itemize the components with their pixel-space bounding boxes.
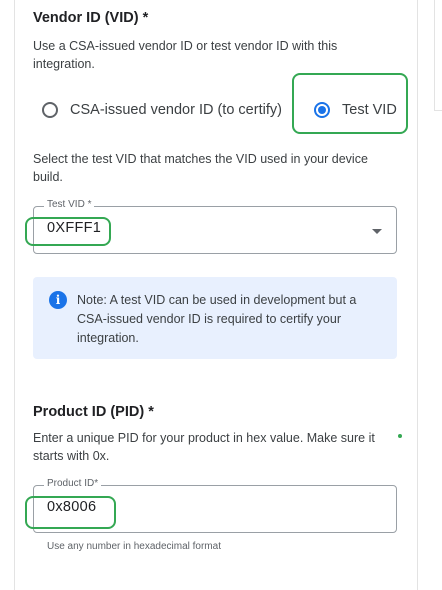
product-id-description: Enter a unique PID for your product in h… [33, 431, 375, 463]
info-note-text: Note: A test VID can be used in developm… [77, 293, 357, 345]
product-id-label: Product ID* [44, 478, 102, 489]
radio-csa-issued-vid[interactable]: CSA-issued vendor ID (to certify) [42, 102, 282, 118]
test-vid-instruction: Select the test VID that matches the VID… [33, 152, 368, 184]
adjacent-panel-edge [434, 0, 442, 111]
radio-csa-issued-vid-label: CSA-issued vendor ID (to certify) [70, 102, 282, 118]
product-id-value: 0x8006 [47, 499, 97, 515]
info-note: i Note: A test VID can be used in develo… [33, 277, 397, 359]
radio-selected-icon [314, 102, 330, 118]
radio-unselected-icon [42, 102, 58, 118]
info-icon: i [49, 291, 67, 309]
test-vid-label: Test VID * [44, 199, 95, 210]
test-vid-select[interactable]: Test VID * 0XFFF1 [33, 199, 397, 254]
radio-test-vid[interactable]: Test VID [314, 102, 397, 118]
test-vid-value: 0XFFF1 [47, 220, 102, 236]
vendor-id-description: Use a CSA-issued vendor ID or test vendo… [33, 39, 338, 71]
product-id-hint: Use any number in hexadecimal format [47, 541, 221, 552]
chevron-down-icon[interactable] [372, 229, 382, 234]
annotation-dot [398, 434, 402, 438]
product-id-heading: Product ID (PID) * [33, 404, 154, 420]
vendor-id-heading: Vendor ID (VID) * [33, 10, 149, 26]
product-id-input[interactable]: Product ID* 0x8006 [33, 478, 397, 533]
radio-test-vid-label: Test VID [342, 102, 397, 118]
